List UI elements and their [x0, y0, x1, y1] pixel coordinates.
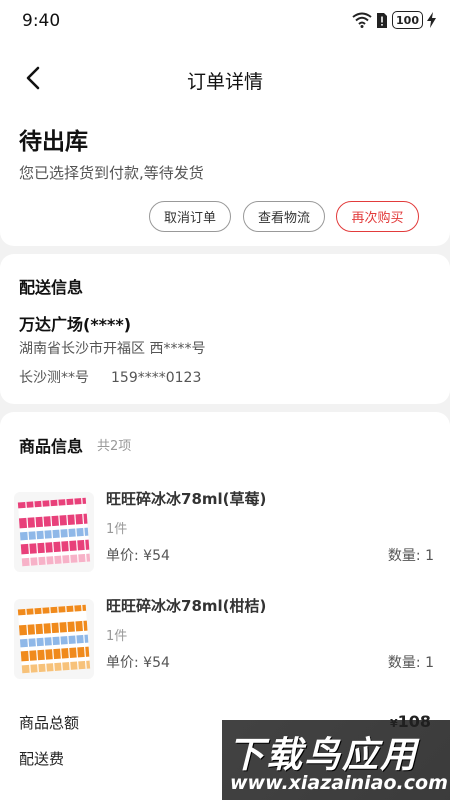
page-title: 订单详情 [186, 71, 263, 93]
view-logistics-button[interactable]: 查看物流 [243, 201, 325, 232]
goods-unit-price: 单价: ¥54 [106, 655, 170, 671]
goods-total-label: 商品总额 [19, 714, 80, 732]
shipping-name: 万达广场(****) [19, 315, 132, 334]
goods-item[interactable]: 旺旺碎冰冰78ml(草莓) 1件 单价: ¥54 数量: 1 [0, 488, 450, 584]
status-time: 9:40 [22, 11, 61, 31]
shipping-info-card: 配送信息 万达广场(****) 湖南省长沙市开福区 西****号 长沙测**号 1… [0, 254, 450, 404]
shipping-contact: 长沙测**号 159****0123 [19, 367, 223, 387]
order-status-card: 待出库 您已选择货到付款,等待发货 取消订单 查看物流 再次购买 [0, 112, 450, 246]
order-status-desc: 您已选择货到付款,等待发货 [19, 164, 204, 182]
sim-alert-icon [377, 12, 388, 28]
goods-item[interactable]: 旺旺碎冰冰78ml(柑桔) 1件 单价: ¥54 数量: 1 [0, 595, 450, 691]
shipping-fee-label: 配送费 [19, 750, 65, 768]
goods-unit-count: 1件 [106, 629, 128, 644]
product-thumbnail [14, 492, 94, 572]
watermark-logo-text: 下载鸟应用 [228, 735, 419, 776]
watermark-url: www.xiazainiao.com [230, 772, 448, 794]
order-status: 待出库 [19, 129, 88, 155]
goods-quantity: 数量: 1 [387, 548, 434, 564]
goods-quantity: 数量: 1 [387, 655, 434, 671]
charging-icon [427, 12, 436, 28]
goods-unit-count: 1件 [106, 522, 128, 537]
receiver-phone: 159****0123 [111, 370, 202, 386]
goods-count: 共2项 [97, 439, 132, 454]
battery-icon: 100 [392, 11, 423, 29]
goods-section-title: 商品信息 [19, 437, 84, 456]
shipping-section-title: 配送信息 [19, 278, 84, 297]
shipping-address: 湖南省长沙市开福区 西****号 [19, 341, 206, 357]
nav-bar: 订单详情 [0, 44, 450, 112]
status-bar: 9:40 100 [0, 0, 450, 44]
buy-again-button[interactable]: 再次购买 [336, 201, 419, 232]
watermark: 下载鸟应用 www.xiazainiao.com [222, 720, 450, 800]
product-thumbnail [14, 599, 94, 679]
wifi-icon [352, 12, 372, 28]
cancel-order-button[interactable]: 取消订单 [149, 201, 231, 232]
goods-unit-price: 单价: ¥54 [106, 548, 170, 564]
goods-name: 旺旺碎冰冰78ml(草莓) [106, 490, 267, 508]
status-icons: 100 [352, 11, 436, 29]
goods-name: 旺旺碎冰冰78ml(柑桔) [106, 597, 267, 615]
receiver-name: 长沙测**号 [19, 370, 89, 386]
